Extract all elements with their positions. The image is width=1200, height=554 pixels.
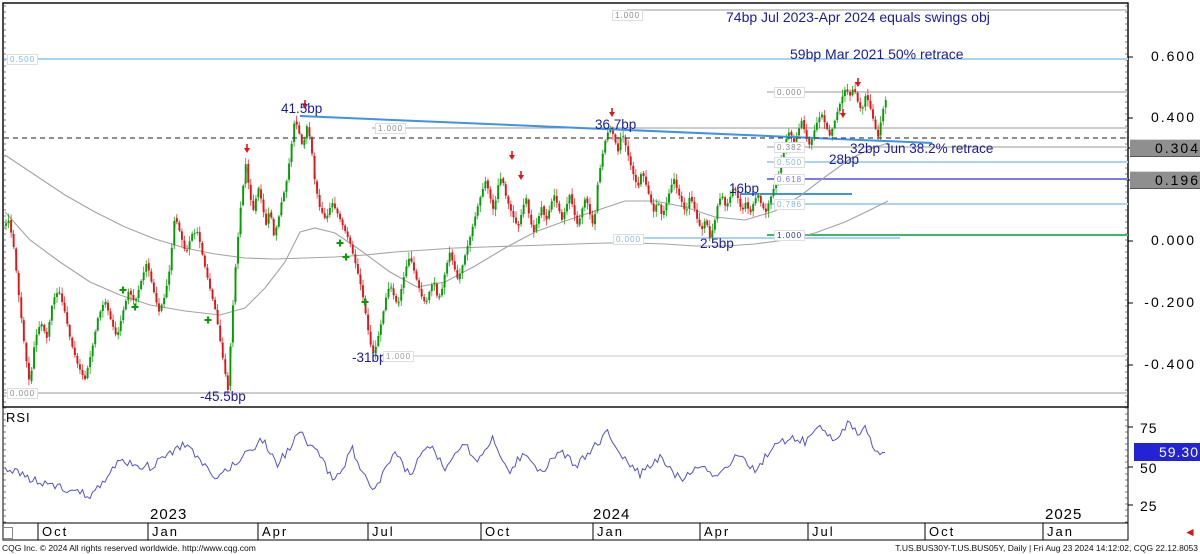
month-label: Oct [42,524,68,539]
price-axis-label: 0.196 [1130,171,1200,189]
month-label: Jan [597,524,624,539]
status-bar: CQG Inc. © 2024 All rights reserved worl… [0,541,1200,554]
fib-level-label: 0.000 [613,234,644,245]
fib-level-label: 1.000 [612,10,643,21]
scroll-left-arrow-icon[interactable]: ◄ [1184,525,1196,539]
cqg-chart-window: 74bp Jul 2023-Apr 2024 equals swings obj… [0,0,1200,554]
fib-level-label: 1.000 [375,123,406,134]
chart-canvas[interactable] [0,0,1200,554]
year-label: 2023 [150,506,187,523]
copyright-text: CQG Inc. © 2024 All rights reserved worl… [2,543,256,553]
month-label: Apr [704,524,730,539]
price-axis-label: -0.400 [1132,356,1196,372]
price-axis-label: 0.600 [1132,48,1196,64]
annotation-label: 2.5bp [700,236,734,251]
month-label: Apr [262,524,288,539]
timeline-checkbox[interactable] [3,527,13,539]
annotation-label: 41.5bp [281,101,322,116]
rsi-axis-label: 75 [1140,420,1190,436]
fib-level-label: 0.000 [774,87,805,98]
fib-level-label: 0.786 [774,199,805,210]
month-label: Oct [485,524,511,539]
annotation-label: 59bp Mar 2021 50% retrace [790,46,964,62]
year-label: 2024 [593,506,630,523]
fib-level-label: 1.000 [383,351,414,362]
symbol-timestamp-text: T.US.BUS30Y-T.US.BUS05Y, Daily | Fri Aug… [895,543,1198,553]
rsi-value-badge: 59.30 [1134,443,1200,461]
fib-level-label: 0.500 [774,157,805,168]
rsi-axis-label: 25 [1140,498,1190,514]
annotation-label: -31bp [352,350,387,365]
price-axis-label: -0.200 [1132,294,1196,310]
annotation-label: 16bp [729,181,759,196]
fib-level-label: 0.618 [774,174,805,185]
annotation-label: 74bp Jul 2023-Apr 2024 equals swings obj [726,9,990,25]
month-label: Jan [152,524,179,539]
month-label: Oct [929,524,955,539]
annotation-label: 36.7bp [595,117,636,132]
month-label: Jul [812,524,835,539]
fib-level-label: 0.000 [7,388,38,399]
month-label: Jul [372,524,395,539]
fib-level-label: 0.500 [7,54,38,65]
price-axis-label: 0.400 [1132,109,1196,125]
annotation-label: 32bp Jun 38.2% retrace [850,141,993,156]
rsi-study-label: RSI [6,410,31,425]
annotation-label: 28bp [829,152,859,167]
price-axis-label: 0.304 [1130,139,1200,157]
month-label: Jan [1047,524,1074,539]
annotation-label: -45.5bp [200,389,246,404]
price-axis-label: 0.000 [1132,232,1196,248]
rsi-axis-label: 50 [1140,460,1190,476]
year-label: 2025 [1045,506,1082,523]
rsi-line [5,421,885,499]
moving-averages [5,143,888,315]
month-band [38,523,1043,540]
fib-lines [4,10,1128,393]
fib-level-label: 1.000 [774,230,805,241]
fib-level-label: 0.382 [774,142,805,153]
